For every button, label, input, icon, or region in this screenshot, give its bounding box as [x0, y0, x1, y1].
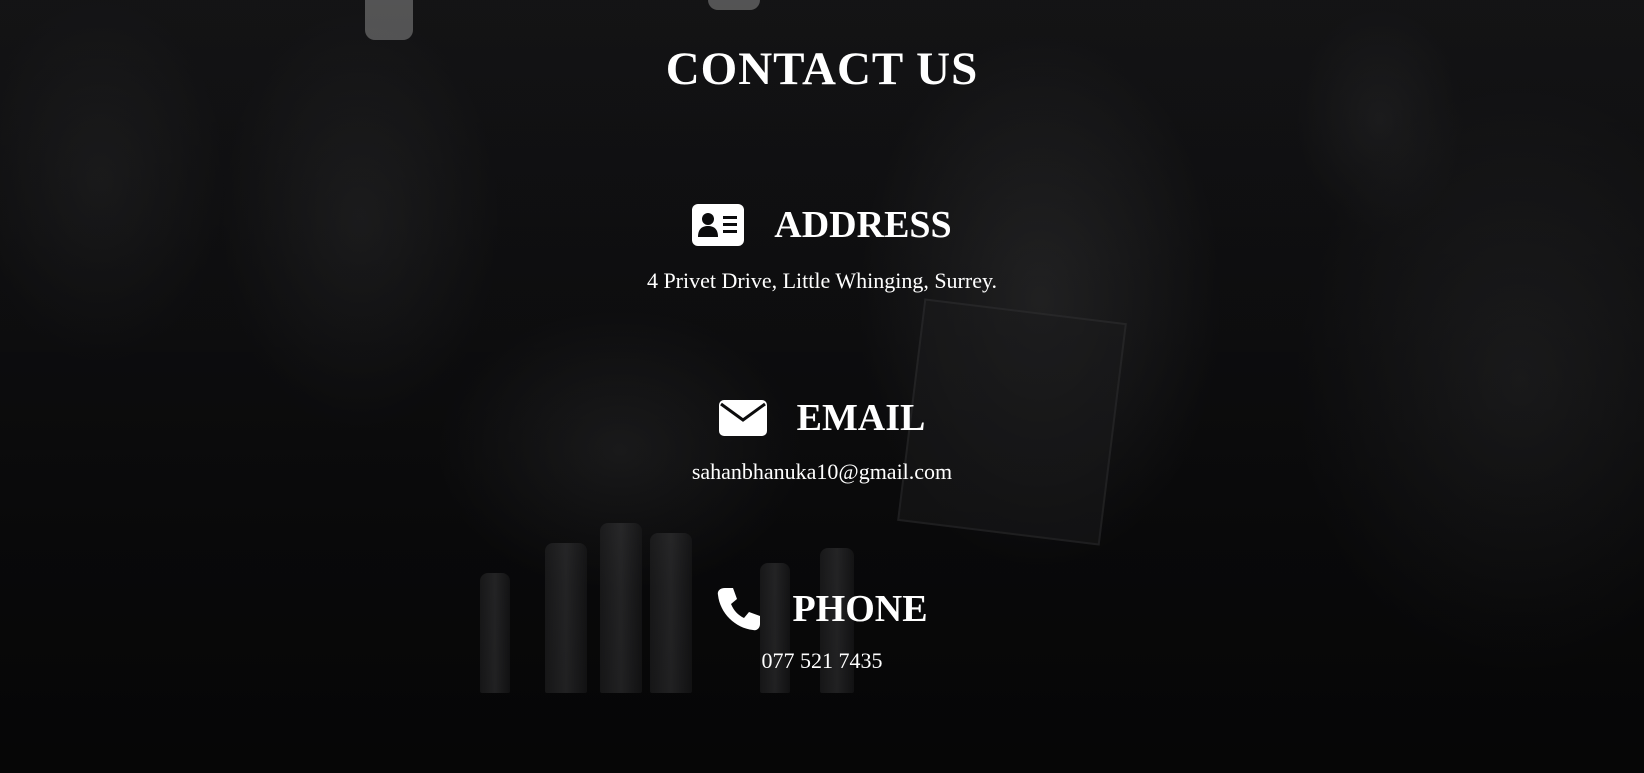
email-heading: EMAIL [796, 397, 926, 439]
address-heading: ADDRESS [774, 204, 952, 246]
phone-section: PHONE 077 521 7435 [0, 584, 1644, 674]
page-title: CONTACT US [665, 43, 979, 95]
phone-heading-row: PHONE [0, 584, 1644, 634]
phone-heading: PHONE [792, 588, 928, 630]
envelope-icon [718, 400, 767, 436]
email-section: EMAIL sahanbhanuka10@gmail.com [0, 393, 1644, 485]
contact-section: CONTACT US ADDRESS 4 Privet Drive, Littl… [0, 0, 1644, 773]
email-text[interactable]: sahanbhanuka10@gmail.com [0, 459, 1644, 485]
address-text: 4 Privet Drive, Little Whinging, Surrey. [646, 268, 998, 293]
address-card-icon [692, 204, 745, 246]
phone-icon [716, 586, 762, 632]
address-heading-row: ADDRESS [0, 200, 1644, 250]
email-heading-row: EMAIL [0, 393, 1644, 443]
address-section: ADDRESS 4 Privet Drive, Little Whinging,… [0, 200, 1644, 294]
phone-text[interactable]: 077 521 7435 [0, 648, 1644, 674]
contact-content: CONTACT US ADDRESS 4 Privet Drive, Littl… [0, 0, 1644, 773]
